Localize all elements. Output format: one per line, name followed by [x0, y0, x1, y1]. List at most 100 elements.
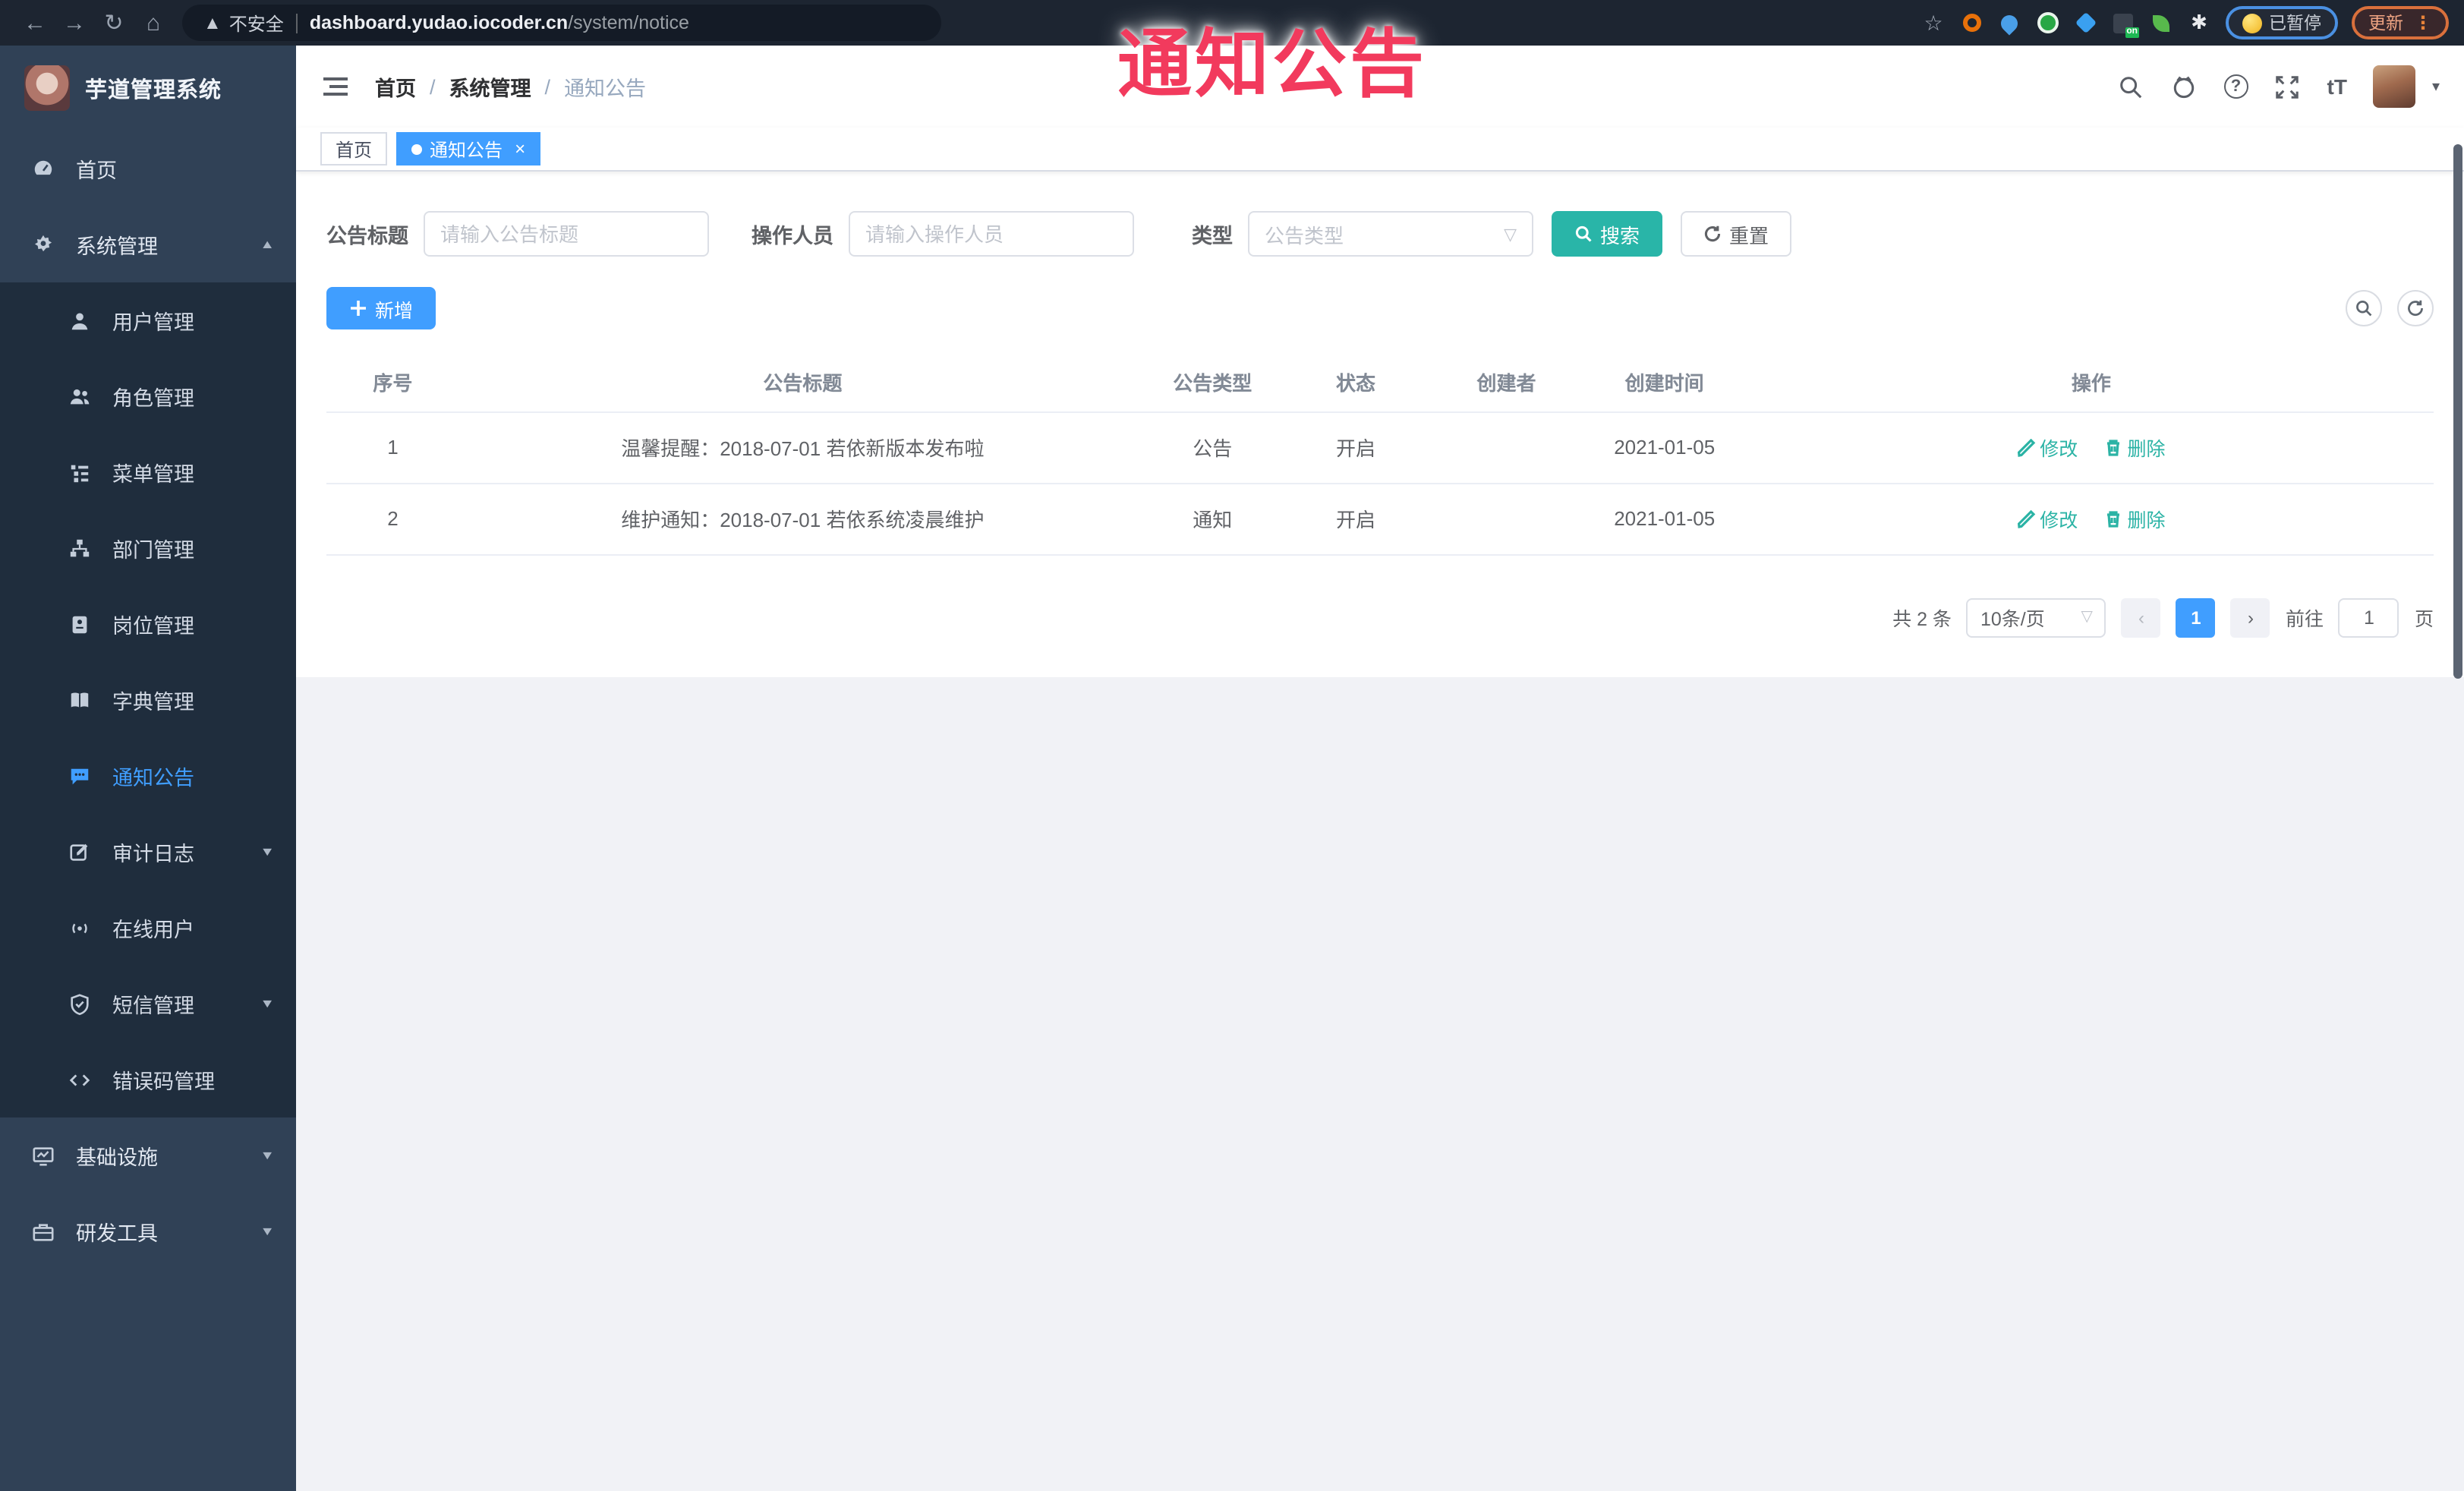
sidebar-item-error-codes[interactable]: 错误码管理 — [0, 1042, 296, 1117]
filter-form: 公告标题 操作人员 类型 公告类型 ▽ 搜索 — [326, 211, 2434, 257]
emoji-face-icon — [2242, 13, 2261, 33]
sidebar-item-users[interactable]: 用户管理 — [0, 282, 296, 358]
extension-green-icon[interactable] — [2035, 11, 2059, 35]
chat-bubble-icon — [67, 764, 91, 788]
notice-page: 公告标题 操作人员 类型 公告类型 ▽ 搜索 — [296, 172, 2464, 676]
sidebar-item-dev-tools[interactable]: 研发工具 ▼ — [0, 1193, 296, 1269]
col-title: 公告标题 — [458, 354, 1146, 412]
sidebar-item-label: 用户管理 — [112, 311, 194, 334]
sidebar-item-home[interactable]: 首页 — [0, 131, 296, 206]
sidebar: 芋道管理系统 首页 系统管理 ▲ 用户管理 角色管理 菜单管理 部门管理 岗位管… — [0, 46, 296, 1491]
back-icon[interactable]: ← — [15, 10, 55, 36]
sidebar-item-roles[interactable]: 角色管理 — [0, 358, 296, 434]
delete-link[interactable]: 删除 — [2104, 433, 2166, 462]
edit-link[interactable]: 修改 — [2017, 504, 2078, 533]
sidebar-item-infrastructure[interactable]: 基础设施 ▼ — [0, 1117, 296, 1193]
tag-notices[interactable]: 通知公告 × — [396, 132, 541, 165]
next-page-button[interactable]: › — [2230, 597, 2270, 637]
font-size-icon[interactable]: tT — [2327, 74, 2347, 99]
tag-home[interactable]: 首页 — [320, 132, 388, 165]
type-label: 类型 — [1192, 225, 1233, 247]
home-icon[interactable]: ⌂ — [134, 10, 173, 36]
extension-donut-icon[interactable] — [1959, 11, 1983, 35]
extension-gem-icon[interactable] — [2073, 11, 2097, 35]
title-input[interactable] — [424, 211, 709, 257]
sidebar-item-system[interactable]: 系统管理 ▲ — [0, 206, 296, 282]
search-icon[interactable] — [2118, 73, 2145, 100]
operator-input[interactable] — [849, 211, 1134, 257]
sidebar-item-audit-log[interactable]: 审计日志 ▼ — [0, 814, 296, 890]
goto-label: 前往 — [2285, 609, 2324, 630]
chevron-up-icon: ▲ — [260, 238, 275, 251]
menu-kebab-icon[interactable]: ⋮ — [2414, 12, 2432, 33]
reload-icon[interactable]: ↻ — [94, 9, 134, 36]
sidebar-item-menus[interactable]: 菜单管理 — [0, 434, 296, 510]
table-header-row: 序号 公告标题 公告类型 状态 创建者 创建时间 操作 — [326, 354, 2434, 412]
extension-pin-icon[interactable] — [1997, 11, 2021, 35]
breadcrumb-system[interactable]: 系统管理 — [449, 71, 531, 102]
collapse-menu-icon[interactable] — [320, 71, 351, 102]
delete-link[interactable]: 删除 — [2104, 504, 2166, 533]
table-row: 1 温馨提醒：2018-07-01 若依新版本发布啦 公告 开启 2021-01… — [326, 411, 2434, 484]
avatar-caret-icon[interactable]: ▾ — [2432, 78, 2440, 95]
add-button[interactable]: 新增 — [326, 287, 436, 329]
update-button[interactable]: 更新 ⋮ — [2352, 6, 2449, 39]
monitor-icon — [30, 1143, 55, 1168]
sidebar-item-notices[interactable]: 通知公告 — [0, 738, 296, 814]
extensions-puzzle-icon[interactable]: ✱ — [2187, 11, 2211, 35]
prev-page-button[interactable]: ‹ — [2121, 597, 2161, 637]
address-divider — [295, 13, 298, 33]
active-dot — [411, 143, 423, 154]
sidebar-item-sms[interactable]: 短信管理 ▼ — [0, 966, 296, 1042]
breadcrumb: 首页 / 系统管理 / 通知公告 — [375, 71, 646, 102]
sidebar-item-label: 菜单管理 — [112, 463, 194, 486]
sidebar-item-label: 短信管理 — [112, 995, 194, 1017]
online-signal-icon — [67, 916, 91, 940]
total-count: 共 2 条 — [1892, 609, 1952, 630]
page-unit-label: 页 — [2414, 609, 2434, 630]
logo-image — [24, 65, 70, 111]
url-path: /system/notice — [568, 12, 689, 33]
chevron-down-icon: ▽ — [1504, 225, 1517, 244]
sidebar-item-departments[interactable]: 部门管理 — [0, 510, 296, 586]
breadcrumb-home[interactable]: 首页 — [375, 71, 416, 102]
logo[interactable]: 芋道管理系统 — [0, 46, 296, 131]
avatar[interactable] — [2372, 65, 2415, 108]
bookmark-star-icon[interactable]: ☆ — [1921, 10, 1946, 35]
extension-database-icon[interactable]: on — [2111, 11, 2139, 37]
sidebar-item-label: 通知公告 — [112, 767, 194, 790]
sidebar-item-dicts[interactable]: 字典管理 — [0, 662, 296, 738]
shield-check-icon — [67, 991, 91, 1016]
sidebar-item-online-users[interactable]: 在线用户 — [0, 890, 296, 966]
sidebar-item-label: 研发工具 — [76, 1222, 158, 1245]
chevron-down-icon: ▼ — [260, 1225, 275, 1238]
app-title: 芋道管理系统 — [85, 78, 222, 102]
page-scrollbar[interactable] — [2453, 144, 2462, 679]
edit-link[interactable]: 修改 — [2017, 433, 2078, 462]
extension-leaf-icon[interactable] — [2149, 11, 2173, 35]
insecure-warning-icon[interactable]: ▲ — [203, 12, 222, 33]
github-icon[interactable] — [2171, 73, 2198, 100]
tags-bar: 首页 通知公告 × — [296, 128, 2464, 172]
reset-button[interactable]: 重置 — [1681, 211, 1792, 257]
goto-page-input[interactable] — [2338, 597, 2399, 637]
fullscreen-icon[interactable] — [2274, 73, 2302, 100]
forward-icon[interactable]: → — [55, 10, 94, 36]
paused-chip[interactable]: 已暂停 — [2225, 6, 2338, 39]
sidebar-item-label: 系统管理 — [76, 235, 158, 258]
page-size-select[interactable]: 10条/页 ▽ — [1966, 597, 2106, 637]
table-toolbar: 新增 — [326, 287, 2434, 329]
toggle-search-button[interactable] — [2346, 290, 2382, 326]
sidebar-item-posts[interactable]: 岗位管理 — [0, 586, 296, 662]
col-status: 状态 — [1278, 354, 1433, 412]
users-icon — [67, 384, 91, 408]
type-select[interactable]: 公告类型 ▽ — [1248, 211, 1533, 257]
refresh-button[interactable] — [2397, 290, 2434, 326]
topbar: 首页 / 系统管理 / 通知公告 ? tT ▾ — [296, 46, 2464, 128]
address-bar[interactable]: ▲ 不安全 dashboard.yudao.iocoder.cn/system/… — [182, 5, 941, 41]
current-page-button[interactable]: 1 — [2176, 597, 2216, 637]
help-icon[interactable]: ? — [2223, 74, 2248, 99]
id-badge-icon — [67, 612, 91, 636]
search-button[interactable]: 搜索 — [1552, 211, 1663, 257]
close-tag-icon[interactable]: × — [515, 138, 525, 159]
